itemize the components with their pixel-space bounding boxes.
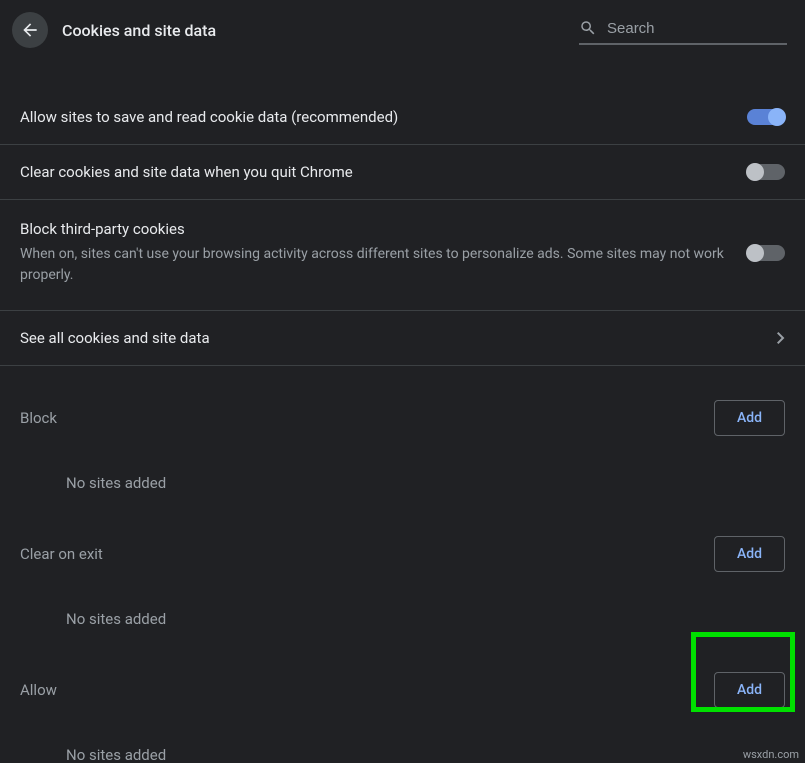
setting-description: When on, sites can't use your browsing a… — [20, 244, 731, 286]
search-icon — [579, 19, 597, 37]
setting-block-third-party: Block third-party cookies When on, sites… — [0, 200, 805, 311]
allow-empty-text: No sites added — [0, 708, 805, 763]
section-title: Block — [20, 409, 714, 427]
back-button[interactable] — [12, 12, 48, 48]
arrow-left-icon — [20, 20, 40, 40]
setting-label: See all cookies and site data — [20, 329, 761, 347]
toggle-knob — [768, 108, 786, 126]
chevron-right-icon — [777, 332, 785, 344]
add-block-button[interactable]: Add — [714, 400, 785, 436]
setting-allow-sites: Allow sites to save and read cookie data… — [0, 90, 805, 145]
watermark: wsxdn.com — [743, 748, 799, 761]
toggle-clear-on-quit[interactable] — [747, 164, 785, 180]
clear-exit-empty-text: No sites added — [0, 572, 805, 638]
setting-clear-on-quit: Clear cookies and site data when you qui… — [0, 145, 805, 200]
toggle-block-third-party[interactable] — [747, 245, 785, 261]
section-clear-exit-header: Clear on exit Add — [0, 502, 805, 572]
see-all-cookies-row[interactable]: See all cookies and site data — [0, 311, 805, 366]
section-block-header: Block Add — [0, 366, 805, 436]
toggle-knob — [746, 163, 764, 181]
page-title: Cookies and site data — [62, 21, 565, 40]
setting-label: Clear cookies and site data when you qui… — [20, 163, 731, 181]
section-title: Clear on exit — [20, 545, 714, 563]
section-title: Allow — [20, 681, 714, 699]
toggle-allow-sites[interactable] — [747, 109, 785, 125]
section-allow-header: Allow Add — [0, 638, 805, 708]
setting-label: Allow sites to save and read cookie data… — [20, 108, 731, 126]
search-input[interactable] — [607, 20, 787, 37]
add-clear-exit-button[interactable]: Add — [714, 536, 785, 572]
block-empty-text: No sites added — [0, 436, 805, 502]
search-field[interactable] — [579, 15, 787, 45]
add-allow-button[interactable]: Add — [714, 672, 785, 708]
toggle-knob — [746, 244, 764, 262]
setting-label: Block third-party cookies — [20, 220, 731, 238]
